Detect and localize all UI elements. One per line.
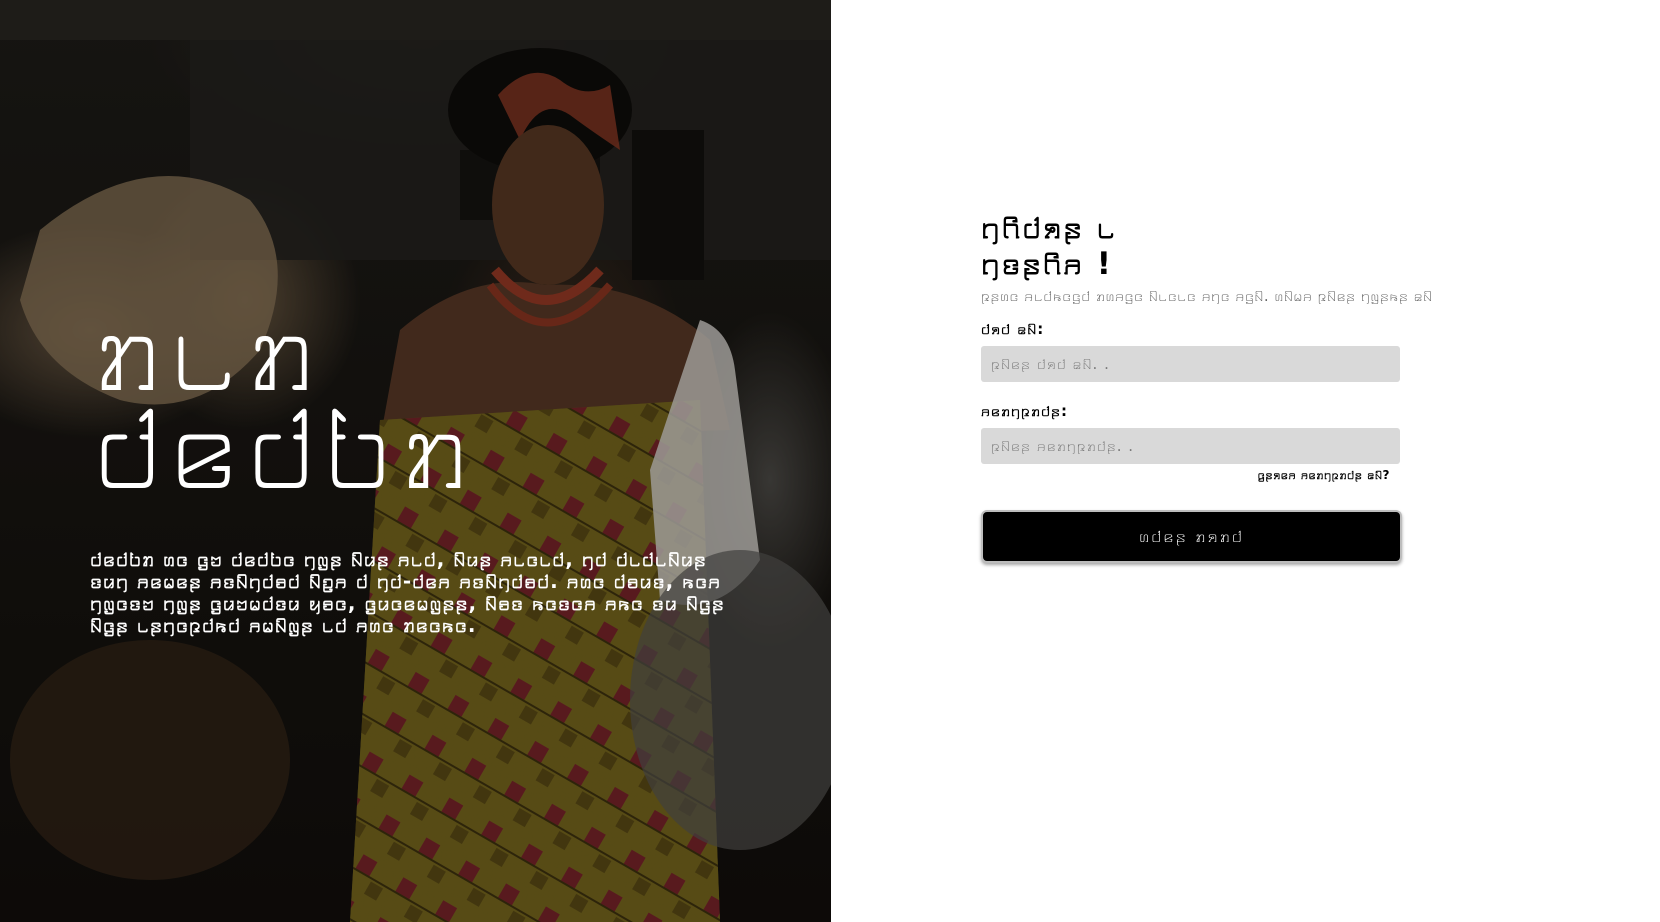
login-heading-line2: ꤚꤢꤔꤖꤏ ! [981,246,1113,282]
login-button[interactable]: ꤛꤓꤕꤔ ꤊꤎꤊꤓ [981,510,1402,563]
password-label: ꤏꤕꤊꤚꤐꤊꤓꤔ: [981,402,1068,420]
hero-description: ꤓꤕꤓꤝꤊ ꤛꤍ ꤞꤠ ꤓꤕꤓꤝꤍ ꤚꤜꤔ ꤡꤣꤔ ꤏ꤈ꤓ, ꤡꤣꤔ ꤏ꤈ꤍ꤈ꤓ… [90,547,725,637]
login-heading: ꤚꤖꤓꤎꤔ ꤈ ꤚꤢꤔꤖꤏ ! [981,210,1221,282]
hero-title: ꤊ꤈ꤊ ꤓꤕꤓꤝꤊ [92,290,792,506]
login-subtitle: ꤐꤔꤛꤍ ꤏ꤈ꤓꤒꤍꤞꤓ ꤊꤛꤏꤞꤍ ꤡ꤈ꤍ꤈ꤍ ꤏꤚꤍ ꤏꤞꤡ. ꤛꤡꤗꤏ ꤐ… [981,287,1433,305]
hero-panel: ꤊ꤈ꤊ ꤓꤕꤓꤝꤊ ꤓꤕꤓꤝꤊ ꤛꤍ ꤞꤠ ꤓꤕꤓꤝꤍ ꤚꤜꤔ ꤡꤣꤔ ꤏ꤈ꤓ,… [0,0,831,922]
password-input[interactable] [981,428,1400,464]
login-heading-line1: ꤚꤖꤓꤎꤔ ꤈ [981,210,1118,246]
login-panel: ꤚꤖꤓꤎꤔ ꤈ ꤚꤢꤔꤖꤏ ! ꤐꤔꤛꤍ ꤏ꤈ꤓꤒꤍꤞꤓ ꤊꤛꤏꤞꤍ ꤡ꤈ꤍ꤈ꤍ… [981,210,1451,563]
username-label: ꤓꤎꤓ ꤘꤡ: [981,320,1045,338]
forgot-password-link[interactable]: ꤞꤔꤎꤕꤏ ꤏꤕꤊꤚꤐꤊꤓꤔ ꤘꤡ? [981,468,1390,482]
username-input[interactable] [981,346,1400,382]
hero-title-line2: ꤓꤕꤓꤝꤊ [92,378,477,516]
